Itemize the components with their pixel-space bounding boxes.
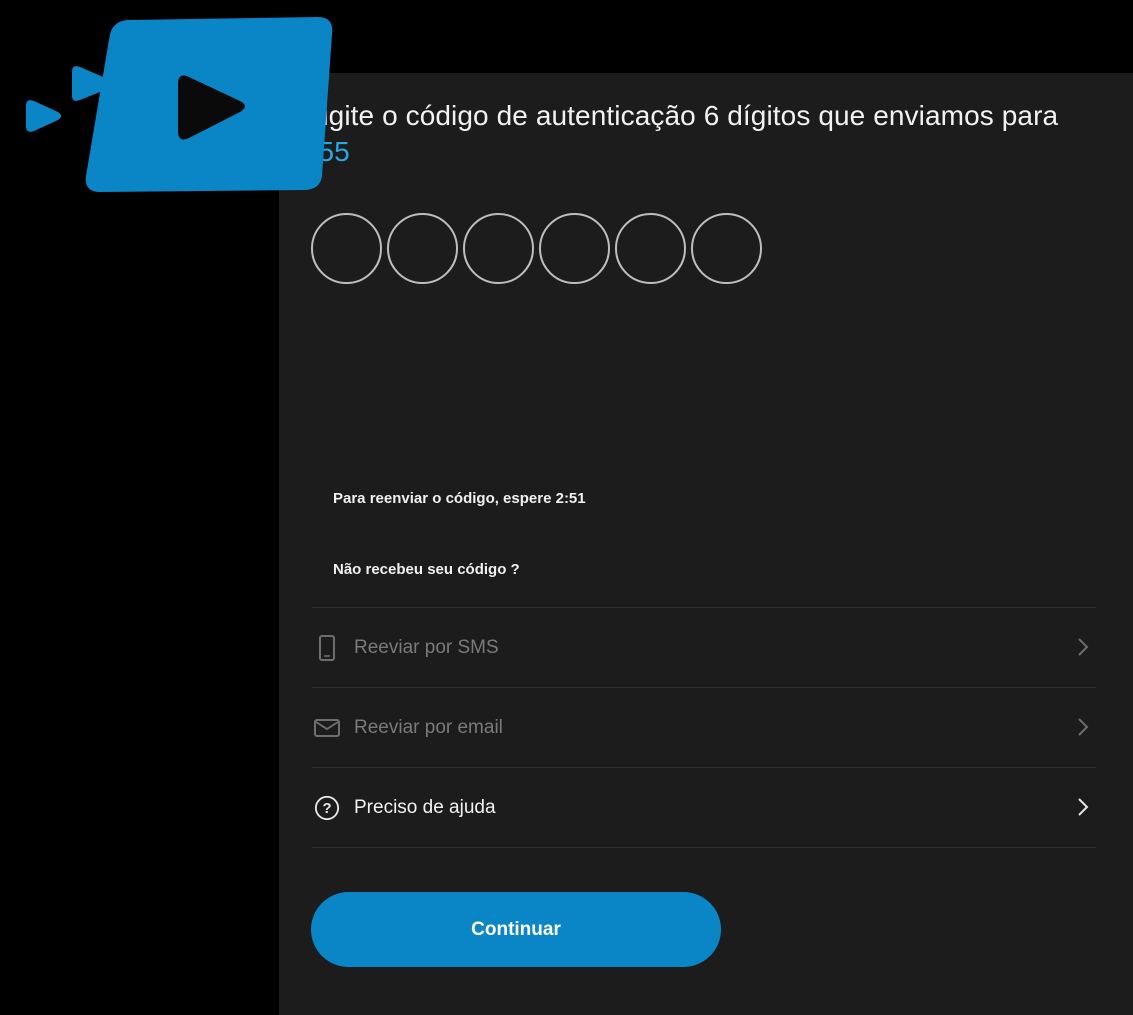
- code-input-group: [311, 213, 767, 284]
- code-digit-input[interactable]: [539, 213, 610, 284]
- code-digit-input[interactable]: [463, 213, 534, 284]
- code-digit-input[interactable]: [691, 213, 762, 284]
- chevron-right-icon: [1076, 796, 1090, 818]
- help-option[interactable]: ? Preciso de ajuda: [312, 767, 1096, 848]
- play-logo-icon: [26, 17, 333, 192]
- resend-email-option[interactable]: Reeviar por email: [312, 687, 1096, 767]
- not-received-label: Não recebeu seu código ?: [333, 561, 520, 578]
- resend-email-label: Reeviar por email: [354, 716, 503, 738]
- chevron-right-icon: [1076, 716, 1090, 738]
- phone-icon: [314, 633, 340, 663]
- brand-logo: [18, 14, 343, 196]
- resend-countdown: Para reenviar o código, espere 2:51: [333, 490, 586, 507]
- chevron-right-icon: [1076, 636, 1090, 658]
- resend-sms-label: Reeviar por SMS: [354, 636, 499, 658]
- resend-sms-option[interactable]: Reeviar por SMS: [312, 607, 1096, 687]
- resend-options-list: Reeviar por SMS Reeviar por email ? Prec…: [312, 607, 1096, 848]
- continue-button[interactable]: Continuar: [311, 892, 721, 967]
- instruction-heading: Digite o código de autenticação 6 dígito…: [302, 98, 1082, 170]
- page: Digite o código de autenticação 6 dígito…: [0, 0, 1133, 1015]
- code-digit-input[interactable]: [311, 213, 382, 284]
- code-digit-input[interactable]: [615, 213, 686, 284]
- code-digit-input[interactable]: [387, 213, 458, 284]
- envelope-icon: [314, 713, 340, 743]
- instruction-text: Digite o código de autenticação 6 dígito…: [302, 100, 1059, 131]
- question-circle-icon: ?: [314, 793, 340, 823]
- svg-text:?: ?: [322, 801, 331, 817]
- help-label: Preciso de ajuda: [354, 796, 496, 818]
